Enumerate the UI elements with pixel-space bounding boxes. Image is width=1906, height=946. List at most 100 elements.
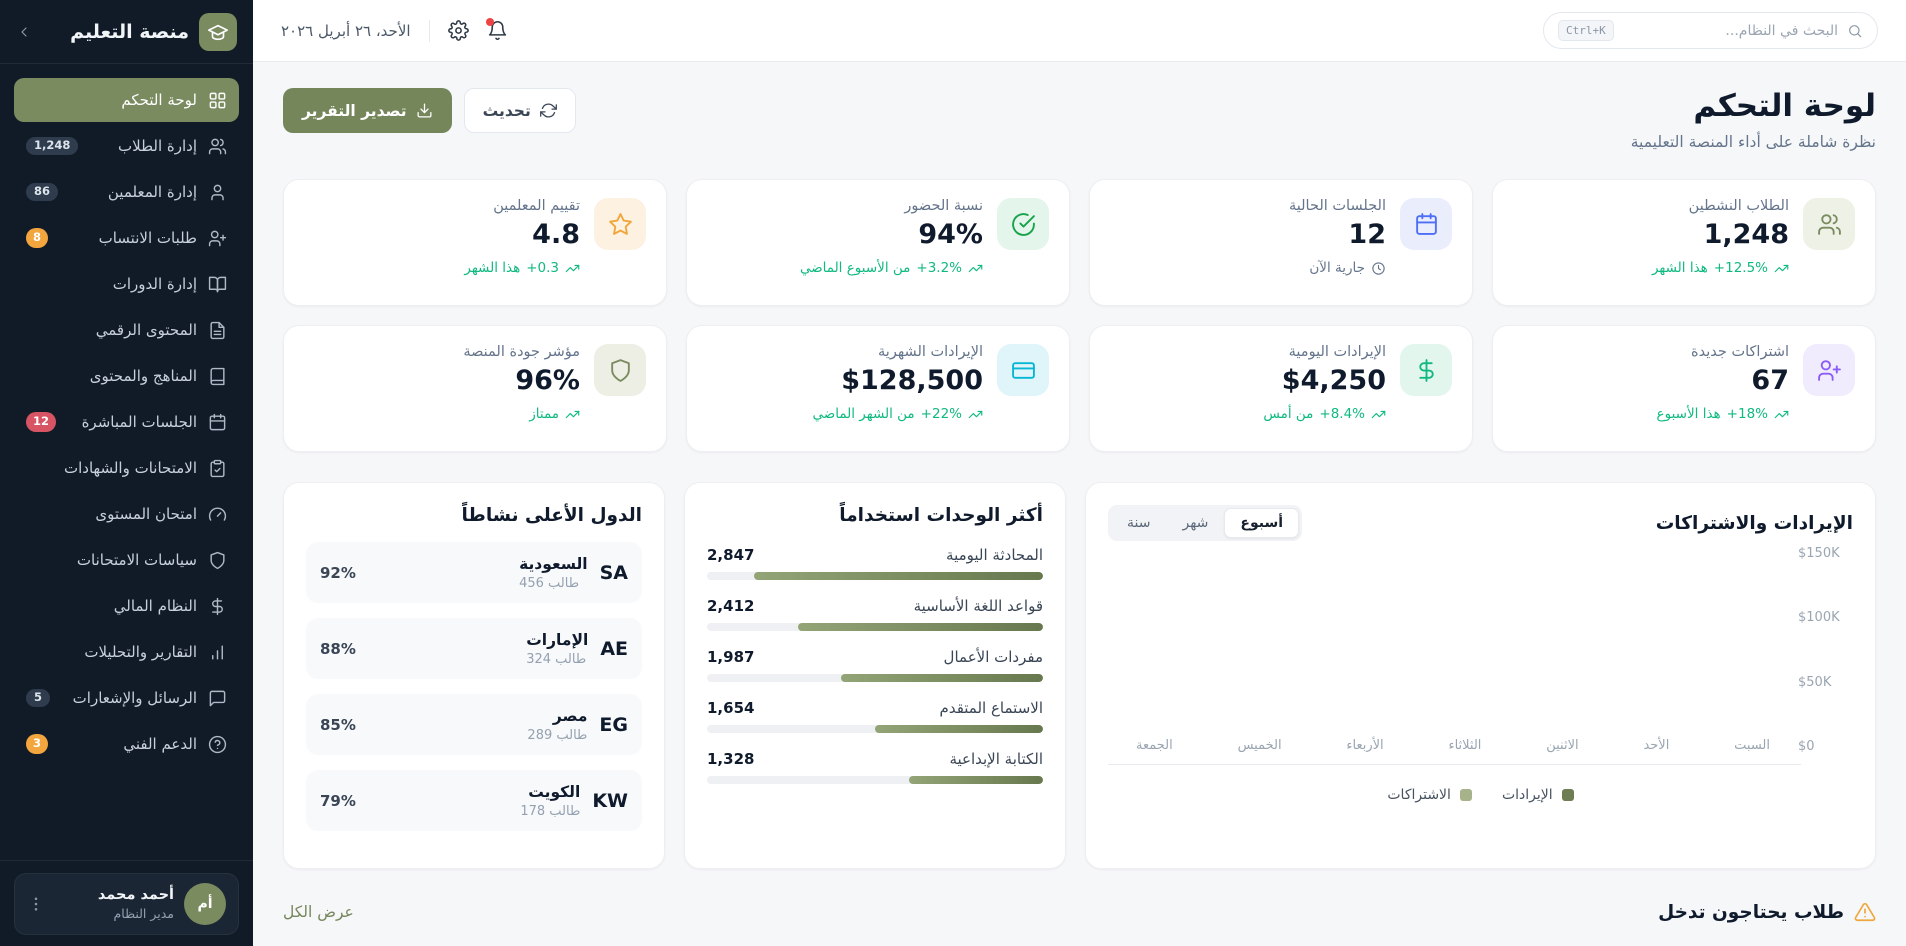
country-students: 456 طالب <box>519 576 588 591</box>
stat-trend-delta: +3.2% <box>916 260 962 276</box>
search-box[interactable]: Ctrl+K <box>1543 12 1878 49</box>
sidebar-item[interactable]: الرسائل والإشعارات5 <box>14 676 239 720</box>
main-area: Ctrl+K الأحد، ٢٦ أبريل ٢٠٢٦ لوحة التحكم … <box>253 0 1906 946</box>
trending-up-icon <box>1774 407 1789 422</box>
units-list: المحادثة اليومية2,847قواعد اللغة الأساسي… <box>707 546 1043 784</box>
stat-card: اشتراكات جديدة67+18%هذا الأسبوع <box>1492 325 1876 452</box>
page-subtitle: نظرة شاملة على أداء المنصة التعليمية <box>1631 133 1876 151</box>
sidebar-item[interactable]: إدارة المعلمين86 <box>14 170 239 214</box>
stat-trend: +18%هذا الأسبوع <box>1513 406 1789 422</box>
country-students: 178 طالب <box>520 804 580 819</box>
country-info: مصر289 طالب <box>527 707 587 743</box>
country-row: AEالإمارات324 طالب88% <box>306 618 642 679</box>
x-axis-label: الأحد <box>1643 738 1669 753</box>
sidebar-item[interactable]: لوحة التحكم <box>14 78 239 122</box>
shield-icon <box>594 344 646 396</box>
chart-title: الإيرادات والاشتراكات <box>1656 513 1853 534</box>
country-name: السعودية <box>519 555 588 573</box>
x-axis-label: السبت <box>1734 738 1770 753</box>
stats-grid: الطلاب النشطين1,248+12.5%هذا الشهرالجلسا… <box>283 179 1876 452</box>
sidebar-item-label: لوحة التحكم <box>26 91 197 109</box>
sidebar-item[interactable]: سياسات الامتحانات <box>14 538 239 582</box>
download-icon <box>416 102 433 119</box>
notifications-button[interactable] <box>487 20 508 41</box>
stat-trend-text: هذا الأسبوع <box>1657 406 1721 422</box>
country-code: EG <box>599 714 628 736</box>
country-info: الإمارات324 طالب <box>526 631 588 667</box>
unit-name: الاستماع المتقدم <box>940 699 1043 717</box>
search-shortcut: Ctrl+K <box>1558 20 1614 41</box>
stat-text: نسبة الحضور94%+3.2%من الأسبوع الماضي <box>707 198 983 287</box>
warning-icon <box>1854 901 1876 923</box>
sidebar-item[interactable]: امتحان المستوى <box>14 492 239 536</box>
stat-trend: +3.2%من الأسبوع الماضي <box>707 260 983 276</box>
unit-progress-track <box>707 674 1043 682</box>
countries-list: SAالسعودية456 طالب92%AEالإمارات324 طالب8… <box>306 542 642 831</box>
refresh-button[interactable]: تحديث <box>464 88 576 133</box>
sidebar-item-label: طلبات الانتساب <box>59 229 197 247</box>
more-vertical-icon[interactable] <box>27 895 45 913</box>
sidebar-item-label: الجلسات المباشرة <box>67 413 197 431</box>
x-axis-label: الثلاثاء <box>1448 738 1481 753</box>
unit-value: 1,328 <box>707 750 754 768</box>
stat-trend: +22%من الشهر الماضي <box>707 406 983 422</box>
trending-up-icon <box>968 407 983 422</box>
stat-trend: +8.4%من أمس <box>1110 406 1386 422</box>
user-icon <box>208 183 227 202</box>
sidebar-item[interactable]: التقارير والتحليلات <box>14 630 239 674</box>
settings-button[interactable] <box>448 20 469 41</box>
current-date: الأحد، ٢٦ أبريل ٢٠٢٦ <box>281 22 411 40</box>
users-icon <box>208 137 227 156</box>
trending-up-icon <box>1774 261 1789 276</box>
sidebar-item-label: المناهج والمحتوى <box>26 367 197 385</box>
sidebar-item-label: إدارة الطلاب <box>89 137 197 155</box>
book-icon <box>208 367 227 386</box>
sidebar-item-label: التقارير والتحليلات <box>26 643 197 661</box>
sidebar-item[interactable]: المناهج والمحتوى <box>14 354 239 398</box>
app-title: منصة التعليم <box>42 21 189 43</box>
country-percent: 92% <box>320 564 356 582</box>
sidebar-item[interactable]: إدارة الدورات <box>14 262 239 306</box>
unit-name: مفردات الأعمال <box>944 648 1043 666</box>
dollar-icon <box>208 597 227 616</box>
refresh-button-label: تحديث <box>483 102 531 120</box>
sidebar-item-label: إدارة المعلمين <box>69 183 197 201</box>
sidebar-item[interactable]: المحتوى الرقمي <box>14 308 239 352</box>
sidebar-item[interactable]: النظام المالي <box>14 584 239 628</box>
country-percent: 88% <box>320 640 356 658</box>
credit-card-icon <box>997 344 1049 396</box>
chart-tab[interactable]: شهر <box>1166 508 1224 538</box>
refresh-icon <box>540 102 557 119</box>
country-students: 324 طالب <box>526 652 588 667</box>
stat-label: اشتراكات جديدة <box>1513 344 1789 360</box>
sidebar-item[interactable]: إدارة الطلاب1,248 <box>14 124 239 168</box>
topbar-divider <box>429 20 430 42</box>
chart-tab[interactable]: أسبوع <box>1224 508 1299 538</box>
user-plus-icon <box>208 229 227 248</box>
sidebar-item[interactable]: الجلسات المباشرة12 <box>14 400 239 444</box>
view-all-link[interactable]: عرض الكل <box>283 903 354 921</box>
search-input[interactable] <box>1623 23 1838 39</box>
unit-usage-item: قواعد اللغة الأساسية2,412 <box>707 597 1043 631</box>
sidebar-item[interactable]: طلبات الانتساب8 <box>14 216 239 260</box>
stat-label: الطلاب النشطين <box>1513 198 1789 214</box>
sidebar-item[interactable]: الامتحانات والشهادات <box>14 446 239 490</box>
avatar: أم <box>184 883 226 925</box>
stat-card: الطلاب النشطين1,248+12.5%هذا الشهر <box>1492 179 1876 306</box>
x-axis-label: الخميس <box>1238 738 1282 753</box>
sidebar-collapse-button[interactable] <box>16 24 32 40</box>
stat-text: تقييم المعلمين4.8+0.3هذا الشهر <box>304 198 580 287</box>
chart-tab[interactable]: سنة <box>1111 508 1166 538</box>
unit-usage-item: مفردات الأعمال1,987 <box>707 648 1043 682</box>
unit-progress-fill <box>875 725 1043 733</box>
chart-x-axis: السبتالأحدالاثنينالثلاثاءالأربعاءالخميسا… <box>1108 738 1798 753</box>
dollar-icon <box>1400 344 1452 396</box>
stat-label: الإيرادات اليومية <box>1110 344 1386 360</box>
sidebar-item[interactable]: الدعم الفني3 <box>14 722 239 766</box>
gauge-icon <box>208 505 227 524</box>
stat-card: الجلسات الحالية12جارية الآن <box>1089 179 1473 306</box>
stat-trend: جارية الآن <box>1110 260 1386 276</box>
stat-card: تقييم المعلمين4.8+0.3هذا الشهر <box>283 179 667 306</box>
export-report-button[interactable]: تصدير التقرير <box>283 88 452 133</box>
user-card[interactable]: أم أحمد محمد مدير النظام <box>14 873 239 935</box>
